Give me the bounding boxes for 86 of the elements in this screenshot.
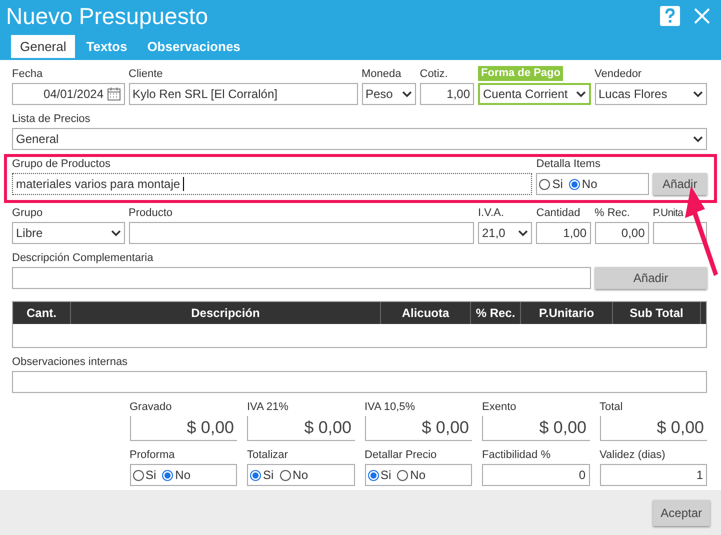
input-field[interactable] (12, 371, 707, 393)
column-header: Alicuota (381, 302, 471, 324)
select-field[interactable]: Lucas Flores (594, 83, 707, 105)
radio-option[interactable]: Si (132, 468, 156, 482)
radio-option[interactable]: Si (368, 468, 392, 482)
column-header: Descripción (71, 302, 381, 324)
radio-option[interactable]: Si (539, 177, 563, 191)
radio-option[interactable]: No (568, 177, 598, 191)
radio-option[interactable]: Si (250, 468, 274, 482)
input-field[interactable]: Kylo Ren SRL [El Corralón] (128, 83, 358, 105)
tab[interactable]: General (11, 35, 76, 58)
field-label: Cotiz. (420, 68, 448, 81)
field-label: Moneda (362, 68, 402, 81)
input-field[interactable]: 1 (600, 464, 707, 486)
add-button[interactable]: Añadir (652, 173, 707, 195)
field-label: IVA 21% (247, 401, 288, 414)
field-label: Grupo (12, 207, 43, 220)
chevron-down-icon (110, 230, 120, 236)
help-icon[interactable] (659, 5, 681, 27)
field-label: Exento (482, 401, 516, 414)
field-label: Detallar Precio (364, 449, 437, 462)
radio-button[interactable] (368, 470, 378, 480)
radio-option[interactable]: No (397, 468, 426, 482)
select-field[interactable]: Libre (12, 222, 124, 244)
input-field[interactable]: 0 (482, 464, 590, 486)
field-label: Totalizar (247, 449, 288, 462)
chevron-down-icon (576, 90, 586, 98)
input-field[interactable]: materiales varios para montaje (12, 173, 532, 195)
field-label: Validez (dias) (600, 449, 666, 462)
field-label: Lista de Precios (12, 113, 90, 126)
field-label: Grupo de Productos (12, 158, 110, 171)
field-label: Detalla Items (536, 158, 600, 171)
total-value: $ 0,00 (482, 416, 590, 441)
add-button[interactable]: Añadir (594, 267, 707, 289)
field-label: Total (600, 401, 623, 414)
date-field[interactable]: 04/01/2024 (12, 83, 124, 105)
column-header: Cant. (13, 302, 71, 324)
field-label: Cantidad (536, 207, 580, 220)
input-field[interactable] (128, 222, 474, 244)
field-label: Producto (128, 207, 173, 220)
radio-button[interactable] (250, 470, 261, 480)
radio-option[interactable]: No (162, 468, 191, 482)
window-title: Nuevo Presupuesto (6, 2, 208, 30)
text-cursor (183, 177, 184, 191)
field-label: Forma de Pago (478, 66, 564, 81)
chevron-down-icon (693, 90, 703, 98)
radio-button[interactable] (568, 178, 580, 190)
calendar-icon[interactable] (106, 87, 120, 101)
select-field[interactable]: 21,0 (478, 222, 532, 244)
radio-option[interactable]: No (280, 468, 308, 482)
column-header: P.Unitario (521, 302, 613, 324)
accept-button[interactable]: Aceptar (652, 500, 710, 526)
input-field[interactable]: 1,00 (420, 83, 474, 105)
field-label: Descripción Complementaria (12, 252, 154, 265)
radio-button[interactable] (162, 470, 174, 480)
radio-button[interactable] (280, 470, 291, 480)
column-header: % Rec. (471, 302, 521, 324)
select-field[interactable]: General (12, 128, 707, 150)
input-field[interactable] (12, 267, 590, 289)
chevron-down-icon (518, 230, 528, 236)
input-field[interactable]: 1,00 (536, 222, 590, 244)
chevron-down-icon (402, 90, 412, 98)
close-icon[interactable] (693, 7, 711, 25)
total-value: $ 0,00 (600, 416, 707, 441)
total-value: $ 0,00 (364, 416, 472, 441)
select-field[interactable]: Cuenta Corrient (478, 83, 590, 105)
field-label: P.Unita (652, 207, 684, 220)
field-label: Observaciones internas (12, 356, 128, 369)
select-field[interactable]: Peso (362, 83, 416, 105)
field-label: I.V.A. (478, 207, 504, 220)
input-field[interactable]: 0,00 (594, 222, 649, 244)
column-header: Sub Total (613, 302, 701, 324)
field-label: Proforma (130, 449, 175, 462)
total-value: $ 0,00 (247, 416, 354, 441)
field-label: % Rec. (594, 207, 630, 220)
field-label: IVA 10,5% (364, 401, 416, 414)
radio-button[interactable] (397, 470, 408, 480)
chevron-down-icon (693, 136, 703, 142)
radio-button[interactable] (132, 470, 144, 480)
total-value: $ 0,00 (130, 416, 237, 441)
field-label: Cliente (128, 68, 163, 81)
field-label: Gravado (130, 401, 172, 414)
radio-button[interactable] (539, 178, 550, 190)
field-label: Fecha (12, 68, 43, 81)
field-label: Factibilidad % (482, 449, 550, 462)
field-label: Vendedor (594, 68, 642, 81)
